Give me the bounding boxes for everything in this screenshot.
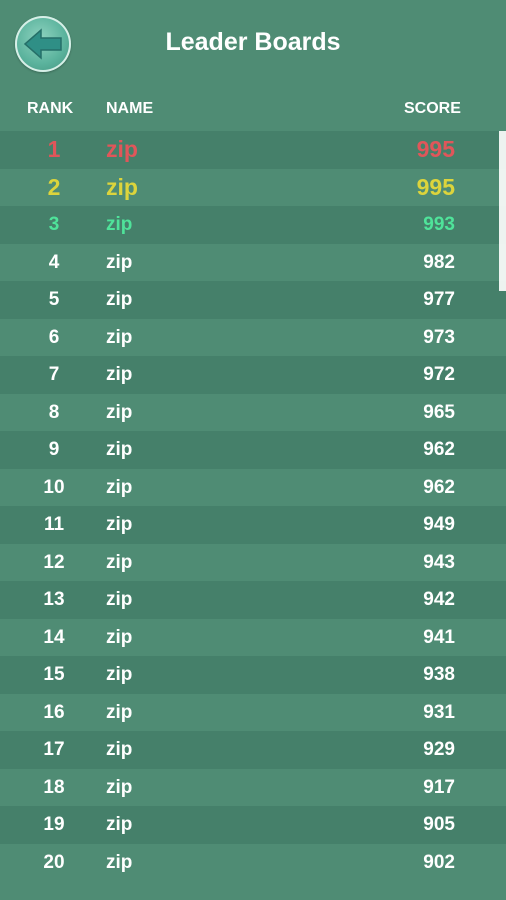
name-cell: zip bbox=[106, 326, 133, 348]
column-header-rank: RANK bbox=[27, 100, 74, 117]
table-row: 20 zip 902 bbox=[0, 843, 506, 881]
score-cell: 982 bbox=[423, 251, 455, 273]
table-row: 12 zip 943 bbox=[0, 543, 506, 581]
name-cell: zip bbox=[106, 364, 133, 385]
rank-cell: 5 bbox=[48, 289, 60, 310]
name-cell: zip bbox=[106, 476, 133, 498]
score-cell: 995 bbox=[416, 173, 455, 200]
name-cell: zip bbox=[106, 776, 133, 798]
rank-cell: 14 bbox=[43, 626, 65, 648]
name-cell: zip bbox=[106, 851, 133, 873]
score-cell: 902 bbox=[423, 851, 455, 873]
table-row: 8 zip 965 bbox=[0, 393, 506, 431]
table-row: 3 zip 993 bbox=[0, 206, 506, 244]
table-row: 1 zip 995 bbox=[0, 131, 506, 169]
table-row: 9 zip 962 bbox=[0, 431, 506, 469]
table-row: 18 zip 917 bbox=[0, 768, 506, 806]
score-cell: 949 bbox=[423, 514, 455, 535]
name-cell: zip bbox=[106, 214, 133, 235]
score-cell: 993 bbox=[423, 214, 455, 235]
score-cell: 977 bbox=[423, 289, 455, 310]
name-cell: zip bbox=[106, 626, 133, 648]
score-cell: 931 bbox=[423, 701, 455, 723]
rank-cell: 2 bbox=[47, 173, 61, 200]
score-cell: 905 bbox=[423, 814, 455, 835]
score-cell: 917 bbox=[423, 776, 455, 798]
table-row: 2 zip 995 bbox=[0, 168, 506, 206]
table-row: 17 zip 929 bbox=[0, 731, 506, 769]
rank-cell: 20 bbox=[43, 851, 65, 873]
name-cell: zip bbox=[106, 514, 133, 535]
scrollbar-thumb[interactable] bbox=[499, 131, 506, 291]
rank-cell: 13 bbox=[43, 589, 65, 610]
table-row: 4 zip 982 bbox=[0, 243, 506, 281]
table-row: 10 zip 962 bbox=[0, 468, 506, 506]
name-cell: zip bbox=[106, 401, 133, 423]
rank-cell: 17 bbox=[43, 739, 65, 760]
rank-cell: 15 bbox=[43, 664, 65, 685]
table-row: 15 zip 938 bbox=[0, 656, 506, 694]
score-cell: 995 bbox=[416, 136, 455, 162]
rank-cell: 16 bbox=[43, 701, 65, 723]
rank-cell: 19 bbox=[43, 814, 65, 835]
column-header-score: SCORE bbox=[404, 100, 461, 117]
name-cell: zip bbox=[106, 251, 133, 273]
name-cell: zip bbox=[106, 664, 133, 685]
leaderboard-screen: Leader Boards RANK NAME SCORE 1 zip 995 2 zi… bbox=[0, 0, 506, 900]
name-cell: zip bbox=[106, 701, 133, 723]
rank-cell: 10 bbox=[43, 476, 65, 498]
name-cell: zip bbox=[106, 173, 138, 200]
name-cell: zip bbox=[106, 439, 133, 460]
name-cell: zip bbox=[106, 739, 133, 760]
table-row: 5 zip 977 bbox=[0, 281, 506, 319]
table-row: 7 zip 972 bbox=[0, 356, 506, 394]
table-row: 6 zip 973 bbox=[0, 318, 506, 356]
rank-cell: 18 bbox=[43, 776, 65, 798]
score-cell: 938 bbox=[423, 664, 455, 685]
list-fade bbox=[0, 886, 506, 900]
score-cell: 965 bbox=[423, 401, 455, 423]
name-cell: zip bbox=[106, 589, 133, 610]
table-row: 11 zip 949 bbox=[0, 506, 506, 544]
table-row: 19 zip 905 bbox=[0, 806, 506, 844]
name-cell: zip bbox=[106, 551, 133, 573]
score-cell: 972 bbox=[423, 364, 455, 385]
name-cell: zip bbox=[106, 814, 133, 835]
table-row: 13 zip 942 bbox=[0, 581, 506, 619]
column-header-name: NAME bbox=[106, 100, 154, 117]
rank-cell: 11 bbox=[43, 514, 65, 535]
leaderboard-list[interactable]: 1 zip 995 2 zip 995 3 zip 993 4 zip 982 5 zip 977 6 zip 9… bbox=[0, 131, 506, 900]
rank-cell: 9 bbox=[48, 439, 60, 460]
score-cell: 973 bbox=[423, 326, 455, 348]
score-cell: 943 bbox=[423, 551, 455, 573]
rank-cell: 7 bbox=[48, 364, 60, 385]
score-cell: 942 bbox=[423, 589, 455, 610]
table-row: 14 zip 941 bbox=[0, 618, 506, 656]
rank-cell: 4 bbox=[48, 251, 60, 273]
rank-cell: 6 bbox=[48, 326, 60, 348]
score-cell: 929 bbox=[423, 739, 455, 760]
rank-cell: 3 bbox=[48, 214, 60, 235]
header: Leader Boards bbox=[0, 0, 506, 90]
score-cell: 941 bbox=[423, 626, 455, 648]
score-cell: 962 bbox=[423, 476, 455, 498]
rank-cell: 8 bbox=[48, 401, 60, 423]
rank-cell: 12 bbox=[43, 551, 65, 573]
rank-cell: 1 bbox=[47, 136, 61, 162]
score-cell: 962 bbox=[423, 439, 455, 460]
name-cell: zip bbox=[106, 136, 138, 162]
page-title: Leader Boards bbox=[165, 28, 341, 56]
name-cell: zip bbox=[106, 289, 133, 310]
table-row: 16 zip 931 bbox=[0, 693, 506, 731]
